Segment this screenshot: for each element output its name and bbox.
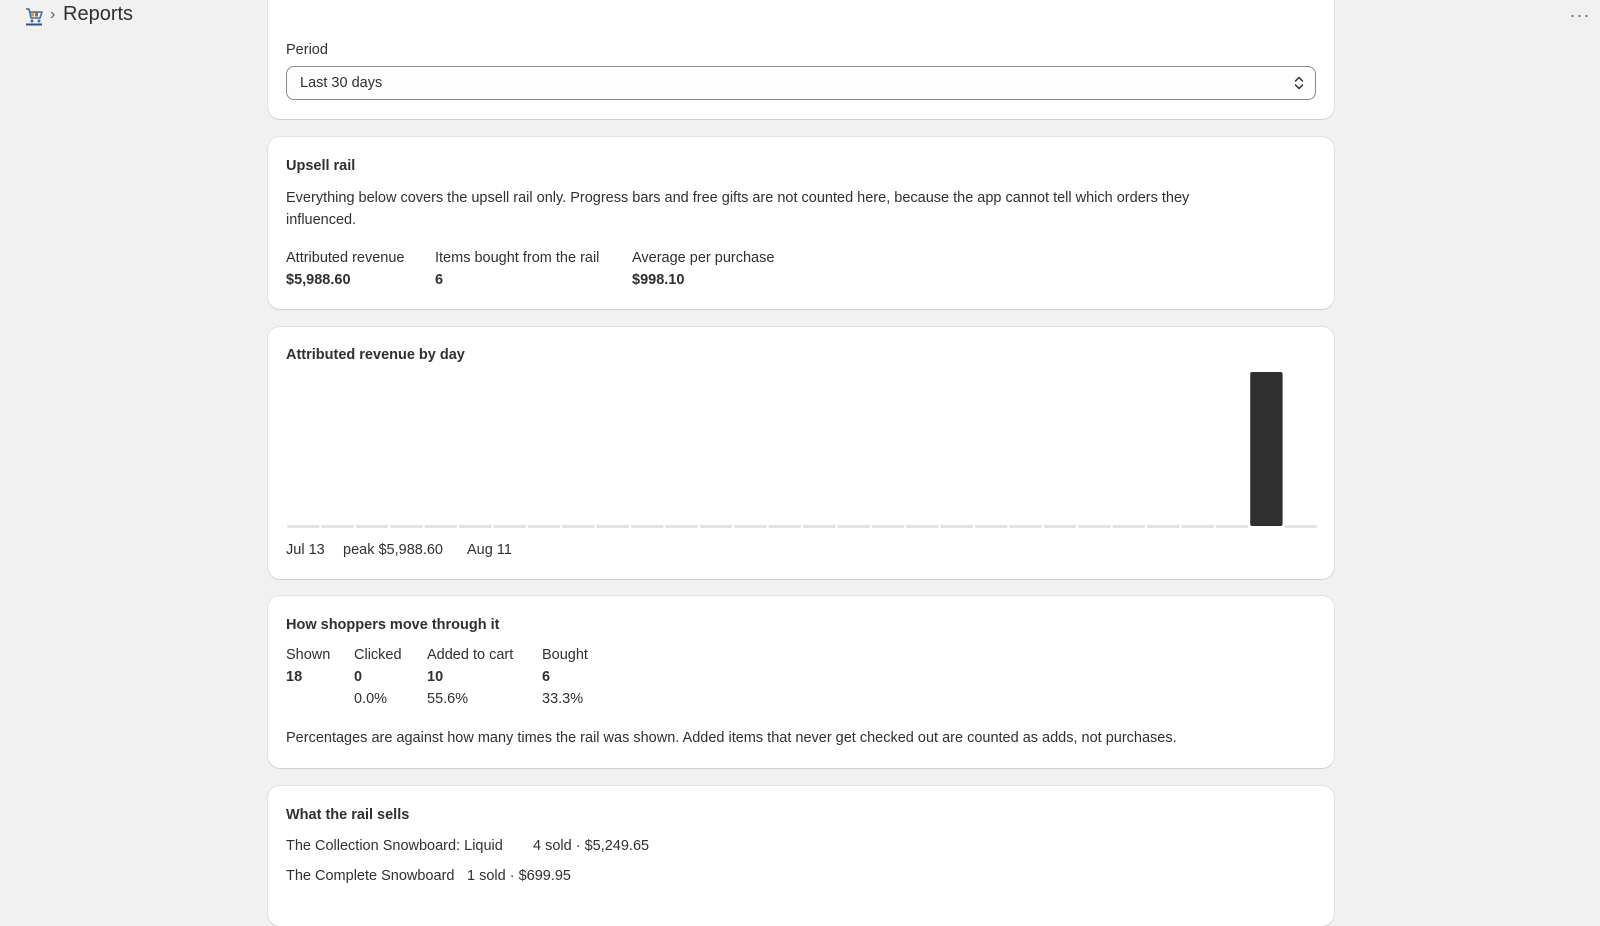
product-sales-detail: 4 sold · $5,249.65 — [533, 838, 650, 854]
chart-bar-empty — [1181, 525, 1214, 528]
period-select[interactable]: Last 30 days — [286, 66, 1316, 100]
revenue-by-day-chart — [287, 372, 1317, 528]
chart-bar-empty — [803, 525, 836, 528]
chart-bar-empty — [1147, 525, 1180, 528]
chart-bar-empty — [493, 525, 526, 528]
chart-bar-empty — [1112, 525, 1145, 528]
funnel-stage-count-added: 10 — [427, 669, 444, 685]
chart-bar-empty — [631, 525, 664, 528]
chart-bar-empty — [1284, 525, 1317, 528]
chart-start-date-label: Jul 13 — [286, 542, 325, 558]
rail-sells-title: What the rail sells — [286, 807, 410, 823]
funnel-stage-rate-added: 55.6% — [427, 691, 469, 707]
chevron-up-down-icon — [1294, 76, 1304, 90]
horizontal-dots-icon: ··· — [1569, 4, 1591, 25]
chart-bar-empty — [871, 525, 905, 528]
revenue-chart-card: Attributed revenue by day Jul 13 peak $5… — [268, 327, 1334, 579]
product-sales-detail: 1 sold · $699.95 — [467, 868, 571, 884]
funnel-stage-label-bought: Bought — [542, 647, 588, 663]
product-name: The Collection Snowboard: Liquid — [286, 838, 503, 854]
chart-peak-label: peak $5,988.60 — [343, 542, 443, 558]
period-select-value: Last 30 days — [300, 75, 383, 91]
funnel-stage-count-bought: 6 — [542, 669, 551, 685]
chart-bar-empty — [665, 525, 698, 528]
funnel-stage-rate-clicked: 0.0% — [354, 691, 388, 707]
funnel-note: Percentages are against how many times t… — [286, 730, 1177, 746]
chart-bar-empty — [1078, 525, 1111, 528]
breadcrumb-separator: › — [50, 6, 56, 23]
chart-bar-empty — [459, 525, 492, 528]
chart-bar-empty — [321, 525, 354, 528]
chart-title: Attributed revenue by day — [286, 347, 465, 363]
rail-sells-card: What the rail sells The Collection Snowb… — [268, 786, 1334, 926]
chart-bar-empty — [355, 525, 389, 528]
period-card: Period Last 30 days — [268, 0, 1334, 119]
stat-label-items-bought: Items bought from the rail — [435, 250, 600, 266]
chart-bar-empty — [940, 525, 973, 528]
chart-bar-empty — [287, 525, 320, 528]
chart-bar-empty — [1009, 525, 1042, 528]
product-name: The Complete Snowboard — [286, 868, 455, 884]
upsell-rail-description: Everything below covers the upsell rail … — [286, 190, 1190, 228]
funnel-title: How shoppers move through it — [286, 617, 500, 633]
chart-end-date-label: Aug 11 — [467, 542, 512, 558]
chart-bar-empty — [562, 525, 595, 528]
upsell-rail-title: Upsell rail — [286, 158, 356, 174]
chart-bar-empty — [768, 525, 801, 528]
funnel-stage-label-added: Added to cart — [427, 647, 514, 663]
chart-bar-empty — [390, 525, 423, 528]
funnel-stage-count-shown: 18 — [286, 669, 303, 685]
funnel-card: How shoppers move through it Shown 18 Cl… — [268, 596, 1334, 768]
upsell-rail-card: Upsell rail Everything below covers the … — [268, 137, 1334, 309]
period-label: Period — [286, 42, 328, 58]
funnel-stage-label-clicked: Clicked — [354, 647, 402, 663]
stat-value-items-bought: 6 — [435, 272, 444, 288]
more-actions-button[interactable]: ··· — [1568, 2, 1592, 28]
chart-bar-empty — [596, 525, 629, 528]
stat-label-average-per-purchase: Average per purchase — [632, 250, 775, 266]
chart-bar-empty — [424, 525, 457, 528]
chart-bar-empty — [906, 525, 939, 528]
chart-bar-empty — [837, 525, 870, 528]
funnel-stage-count-clicked: 0 — [354, 669, 363, 685]
stat-label-attributed-revenue: Attributed revenue — [286, 250, 405, 266]
chart-bar-empty — [527, 525, 561, 528]
page-title: Reports — [63, 3, 134, 25]
stat-value-average-per-purchase: $998.10 — [632, 272, 685, 288]
chart-bar-empty — [734, 525, 767, 528]
chart-bar-empty — [1215, 525, 1249, 528]
chart-bar-empty — [975, 525, 1008, 528]
funnel-stage-label-shown: Shown — [286, 647, 331, 663]
chart-bar-empty — [699, 525, 733, 528]
cart-icon[interactable] — [24, 6, 44, 26]
funnel-stage-rate-bought: 33.3% — [542, 691, 584, 707]
chart-bar-empty — [1043, 525, 1077, 528]
chart-bar — [1250, 372, 1283, 526]
stat-value-attributed-revenue: $5,988.60 — [286, 272, 351, 288]
